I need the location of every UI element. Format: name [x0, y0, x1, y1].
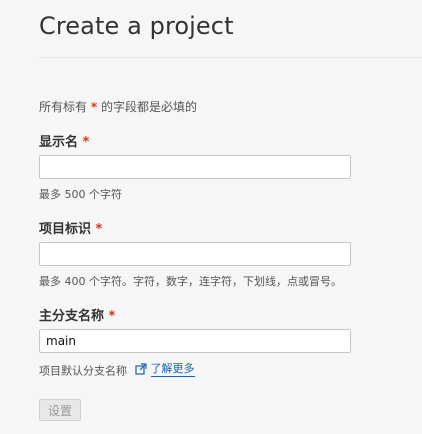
main-branch-label: 主分支名称 * — [39, 305, 115, 324]
external-link-icon — [134, 362, 147, 375]
page-title: Create a project — [39, 12, 234, 40]
display-name-helper: 最多 500 个字符 — [39, 188, 122, 201]
title-divider — [39, 57, 422, 58]
main-branch-required-mark: * — [108, 309, 116, 324]
display-name-required-mark: * — [82, 135, 90, 150]
required-fields-hint: 所有标有 * 的字段都是必填的 — [39, 98, 197, 115]
submit-button[interactable]: 设置 — [39, 399, 81, 421]
main-branch-helper: 项目默认分支名称 了解更多 — [39, 360, 195, 379]
display-name-label: 显示名 * — [39, 131, 89, 150]
identifier-required-mark: * — [95, 222, 103, 237]
identifier-helper: 最多 400 个字符。字符，数字，连字符，下划线，点或冒号。 — [39, 275, 342, 288]
main-branch-label-text: 主分支名称 — [39, 309, 105, 324]
main-branch-input[interactable]: main — [39, 329, 351, 353]
create-project-page: Create a project 所有标有 * 的字段都是必填的 显示名 * 最… — [0, 0, 422, 434]
identifier-label: 项目标识 * — [39, 218, 102, 237]
required-hint-prefix: 所有标有 — [39, 100, 88, 114]
learn-more-link-text[interactable]: 了解更多 — [150, 360, 195, 377]
required-hint-star: * — [90, 100, 98, 114]
main-branch-helper-text: 项目默认分支名称 — [39, 364, 127, 378]
display-name-label-text: 显示名 — [39, 135, 79, 150]
identifier-input[interactable] — [39, 242, 351, 266]
required-hint-suffix: 的字段都是必填的 — [100, 100, 197, 114]
learn-more-link[interactable]: 了解更多 — [134, 360, 195, 377]
display-name-input[interactable] — [39, 155, 351, 179]
identifier-label-text: 项目标识 — [39, 222, 92, 237]
